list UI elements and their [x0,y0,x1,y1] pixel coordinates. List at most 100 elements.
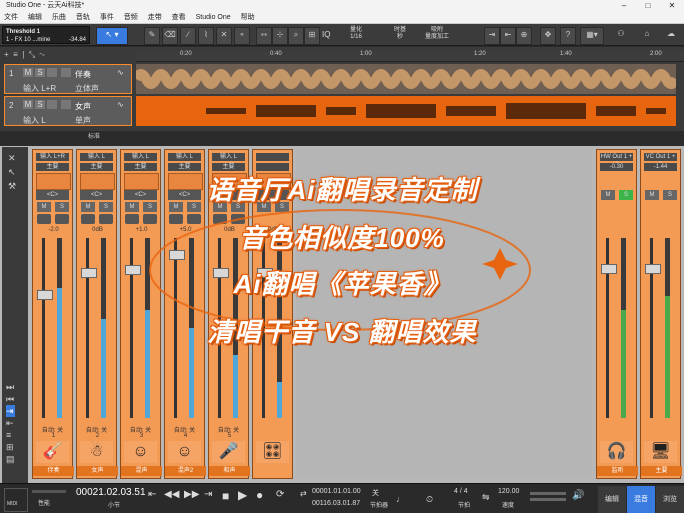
range-tool-button[interactable]: ✎ [144,27,160,45]
loop-end[interactable]: 00116.03.01.87 [312,500,360,507]
master-balance-slider[interactable] [530,498,566,501]
snap-select[interactable]: 吸附 量度加工 [422,27,452,41]
click-value[interactable]: 关 [372,488,379,498]
midi-monitor[interactable]: MIDI [4,488,28,512]
mute-button[interactable]: M [23,68,33,77]
loop-icon[interactable]: ⇤ [148,489,156,500]
menu-help[interactable]: 帮助 [241,14,255,21]
output-routing[interactable]: VC Out 1 + 2 [644,153,677,168]
minimize-button[interactable]: – [612,0,636,12]
record-arm-button[interactable] [47,68,57,77]
monitor-button[interactable] [61,68,71,77]
meter-icon[interactable]: ▤ [6,453,15,465]
rewind-button[interactable]: ◀◀ [164,489,179,500]
preset-display[interactable]: Threshold 1 1 - FX 10 ...mine -34.84 [2,26,90,44]
home-icon[interactable]: ⌂ [640,27,654,43]
fold-icon[interactable]: ⏭ [6,381,15,393]
play-button[interactable]: ▶ [238,488,247,502]
menu-track[interactable]: 音轨 [76,14,90,21]
channel-name[interactable]: 女声 [77,466,118,476]
nudge-button[interactable]: ✥ [540,27,556,45]
stop-button[interactable]: ■ [222,489,229,503]
channel-input[interactable]: 输入 L [80,153,113,161]
user-icon[interactable]: ⚇ [614,27,628,43]
channel-input[interactable]: 输入 L [124,153,157,161]
automation-mode[interactable]: 自动: 关 [36,425,69,434]
snap-toggle-button[interactable]: ⇥ [484,27,500,45]
monitor-button[interactable] [61,100,71,109]
timeline-ruler[interactable]: 0:20 0:40 1:00 1:20 1:40 2:00 [136,51,684,62]
loop-start[interactable]: 00001.01.01.00 [312,488,361,495]
channel-name[interactable]: 混声2 [165,466,206,476]
track-header-2[interactable]: 2 M S 女声 ∿ 输入 L 单声 [4,96,132,126]
punch-icon[interactable]: ⇄ [300,489,307,498]
return-to-end-button[interactable]: ⇥ [204,489,212,500]
fast-forward-button[interactable]: ▶▶ [184,489,199,500]
track-input[interactable]: 输入 L+R [23,83,56,94]
output-name[interactable]: 主要 [641,466,682,476]
menu-view[interactable]: 查看 [172,14,186,21]
tab-edit[interactable]: 编辑 [598,486,626,513]
zoom-tool-button[interactable]: ⌕ [288,27,304,45]
track-input[interactable]: 输入 L [23,115,46,126]
zoom-icon[interactable]: ⤡ [29,50,35,59]
channel-name[interactable]: 和声 [209,466,250,476]
timebase-select[interactable]: 时基 秒 [388,27,412,41]
track-lane-1[interactable] [136,64,676,94]
autoscroll-button[interactable]: ⇤ [500,27,516,45]
master-volume-slider[interactable] [530,492,566,495]
solo-button[interactable]: S [35,100,45,109]
menu-audio[interactable]: 音频 [124,14,138,21]
sync-icon[interactable]: ⇋ [482,492,490,503]
record-arm-button[interactable] [47,100,57,109]
close-icon[interactable]: ✕ [8,151,22,165]
quantize-select[interactable]: 量化 1/16 [344,27,368,41]
output-name[interactable]: 监听 [597,466,638,476]
output-icon[interactable]: ⇤ [6,417,15,429]
channel-input[interactable]: 输入 L [168,153,201,161]
channel-name[interactable]: 混声 [121,466,162,476]
maximize-button[interactable]: □ [636,0,660,12]
channel-input[interactable] [256,153,289,161]
layout-button[interactable]: ▦▾ [580,27,604,45]
automation-mode[interactable]: 自动: 关 [124,425,157,434]
track-view-icon[interactable]: ≡ [13,50,18,59]
channel-input[interactable]: 输入 L+R [36,153,69,161]
automation-icon[interactable]: ∿ [40,50,45,59]
speaker-icon[interactable]: 🔊 [572,490,584,501]
expand-icon[interactable]: ⏮ [6,393,15,405]
move-tool-button[interactable]: ⇿ [256,27,272,45]
channel-name[interactable]: 伴奏 [33,466,74,476]
tab-browse[interactable]: 浏览 [656,486,684,513]
solo-button[interactable]: S [35,68,45,77]
paint-tool-button[interactable]: ⌇ [198,27,214,45]
menu-event[interactable]: 事件 [100,14,114,21]
list-icon[interactable]: ≡ [6,429,15,441]
input-icon[interactable]: ⇥ [6,405,15,417]
menu-studio-one[interactable]: Studio One [196,14,231,21]
arrow-tool-button[interactable]: ↖ ▾ [96,27,128,45]
cursor-follow-button[interactable]: ⊕ [516,27,532,45]
mute-tool-button[interactable]: ✕ [216,27,232,45]
output-routing[interactable]: HW Out 1 + 2 [600,153,633,168]
grid-tool-button[interactable]: ⊞ [304,27,320,45]
record-button[interactable]: ● [256,488,263,502]
split-tool-button[interactable]: ⌫ [162,27,178,45]
eraser-tool-button[interactable]: ∕ [180,27,196,45]
menu-song[interactable]: 乐曲 [52,14,66,21]
grid-icon[interactable]: ⊞ [6,441,15,453]
automation-mode[interactable]: 自动: 关 [80,425,113,434]
tab-mix[interactable]: 混音 [627,486,655,513]
automation-mode[interactable]: 自动: 关 [212,425,245,434]
listen-tool-button[interactable]: ⊹ [272,27,288,45]
track-lane-2[interactable] [136,96,676,126]
bend-tool-button[interactable]: ⚬ [234,27,250,45]
timecode-display[interactable]: 00021.02.03.51 [76,487,146,498]
cloud-icon[interactable]: ☁ [664,27,678,43]
track-name[interactable]: 伴奏 [75,69,91,80]
precount-icon[interactable]: ⏲ [426,494,433,505]
loop-toggle-button[interactable]: ⟳ [276,489,284,500]
add-track-icon[interactable]: + [4,50,9,59]
menu-transport[interactable]: 走带 [148,14,162,21]
close-button[interactable]: ✕ [660,0,684,12]
